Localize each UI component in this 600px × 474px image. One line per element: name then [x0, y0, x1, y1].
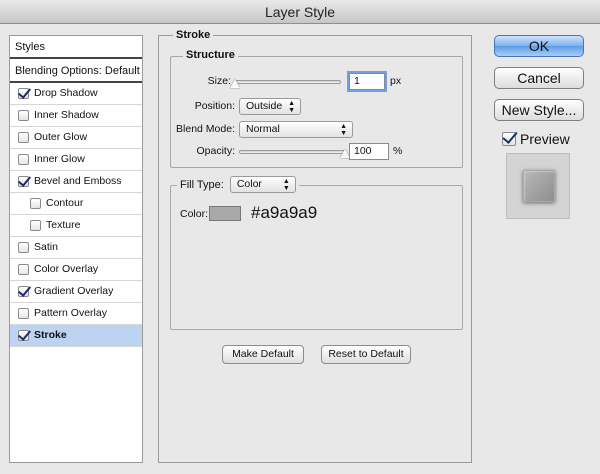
style-item-label: Satin: [34, 241, 58, 253]
opacity-unit: %: [393, 145, 403, 157]
style-item-color-overlay[interactable]: Color Overlay: [10, 259, 142, 281]
size-unit: px: [390, 75, 402, 87]
new-style-button[interactable]: New Style...: [494, 99, 584, 121]
style-item-label: Texture: [46, 219, 81, 231]
style-item-satin[interactable]: Satin: [10, 237, 142, 259]
style-checkbox[interactable]: [30, 220, 41, 231]
fill-type-select[interactable]: Color ▲ ▼: [229, 176, 296, 193]
position-value: Outside: [246, 100, 283, 112]
style-item-gradient-overlay[interactable]: Gradient Overlay: [10, 281, 142, 303]
style-checkbox[interactable]: [18, 330, 29, 341]
preview-label: Preview: [520, 131, 570, 147]
style-item-label: Inner Shadow: [34, 109, 99, 121]
style-item-stroke[interactable]: Stroke: [10, 325, 142, 347]
style-checkbox[interactable]: [18, 286, 29, 297]
size-input[interactable]: 1: [349, 73, 385, 90]
structure-title: Structure: [183, 49, 238, 61]
preview-checkbox[interactable]: [502, 132, 516, 146]
make-default-button[interactable]: Make Default: [222, 345, 304, 364]
style-checkbox[interactable]: [18, 242, 29, 253]
opacity-input[interactable]: 100: [349, 143, 389, 160]
style-checkbox[interactable]: [30, 198, 41, 209]
window-titlebar: Layer Style: [0, 0, 600, 24]
fill-type-label: Fill Type:: [180, 178, 224, 191]
select-arrows-icon: ▲ ▼: [288, 99, 295, 114]
style-checkbox[interactable]: [18, 176, 29, 187]
style-checkbox[interactable]: [18, 308, 29, 319]
position-select[interactable]: Outside ▲ ▼: [239, 98, 301, 115]
style-checkbox[interactable]: [18, 88, 29, 99]
opacity-slider[interactable]: [239, 150, 345, 154]
stroke-panel: Stroke Structure Size: 1 px Position: Ou…: [158, 29, 472, 463]
window-title: Layer Style: [264, 4, 336, 20]
opacity-label: Opacity:: [196, 145, 235, 157]
style-item-contour[interactable]: Contour: [10, 193, 142, 215]
reset-to-default-button[interactable]: Reset to Default: [321, 345, 411, 364]
color-hex-annotation: #a9a9a9: [251, 203, 318, 222]
size-slider[interactable]: [235, 80, 341, 84]
style-item-pattern-overlay[interactable]: Pattern Overlay: [10, 303, 142, 325]
blend-mode-label: Blend Mode:: [176, 123, 235, 135]
blend-mode-select[interactable]: Normal ▲ ▼: [239, 121, 353, 138]
style-item-bevel-and-emboss[interactable]: Bevel and Emboss: [10, 171, 142, 193]
cancel-button[interactable]: Cancel: [494, 67, 584, 89]
color-swatch[interactable]: [209, 206, 241, 221]
fill-group: Fill Type: Color ▲ ▼ Color: #a9a9a9: [170, 176, 463, 330]
style-item-label: Stroke: [34, 329, 67, 341]
styles-list: Styles Blending Options: Default Drop Sh…: [9, 35, 143, 463]
preview-swatch-icon: [523, 170, 555, 202]
style-item-label: Color Overlay: [34, 263, 99, 275]
style-item-label: Outer Glow: [34, 131, 88, 143]
ok-button[interactable]: OK: [494, 35, 584, 57]
structure-group: Structure Size: 1 px Position: Outside ▲…: [170, 49, 463, 168]
select-arrows-icon: ▲ ▼: [340, 122, 347, 137]
size-slider-thumb[interactable]: [230, 79, 240, 88]
layer-style-dialog: Styles Blending Options: Default Drop Sh…: [0, 25, 600, 474]
fill-type-value: Color: [236, 178, 262, 190]
style-item-texture[interactable]: Texture: [10, 215, 142, 237]
style-item-drop-shadow[interactable]: Drop Shadow: [10, 83, 142, 105]
style-checkbox[interactable]: [18, 132, 29, 143]
color-label: Color:: [180, 208, 209, 220]
style-checkbox[interactable]: [18, 110, 29, 121]
style-item-label: Drop Shadow: [34, 87, 98, 99]
style-checkbox[interactable]: [18, 264, 29, 275]
style-item-label: Bevel and Emboss: [34, 175, 122, 187]
style-checkbox[interactable]: [18, 154, 29, 165]
fill-type-row: Fill Type: Color ▲ ▼: [177, 176, 299, 193]
select-arrows-icon: ▲ ▼: [282, 177, 290, 192]
size-label: Size:: [207, 75, 231, 87]
preview-thumbnail: [506, 153, 570, 219]
style-item-label: Inner Glow: [34, 153, 85, 165]
preview-toggle[interactable]: Preview: [502, 131, 570, 147]
style-item-outer-glow[interactable]: Outer Glow: [10, 127, 142, 149]
style-item-inner-glow[interactable]: Inner Glow: [10, 149, 142, 171]
position-label: Position:: [194, 100, 235, 112]
style-item-label: Gradient Overlay: [34, 285, 114, 297]
styles-header[interactable]: Styles: [10, 36, 142, 59]
blend-mode-value: Normal: [246, 123, 280, 135]
style-item-label: Pattern Overlay: [34, 307, 107, 319]
style-item-inner-shadow[interactable]: Inner Shadow: [10, 105, 142, 127]
stroke-panel-title: Stroke: [173, 29, 214, 41]
style-item-label: Contour: [46, 197, 84, 209]
blending-options-item[interactable]: Blending Options: Default: [10, 59, 142, 83]
